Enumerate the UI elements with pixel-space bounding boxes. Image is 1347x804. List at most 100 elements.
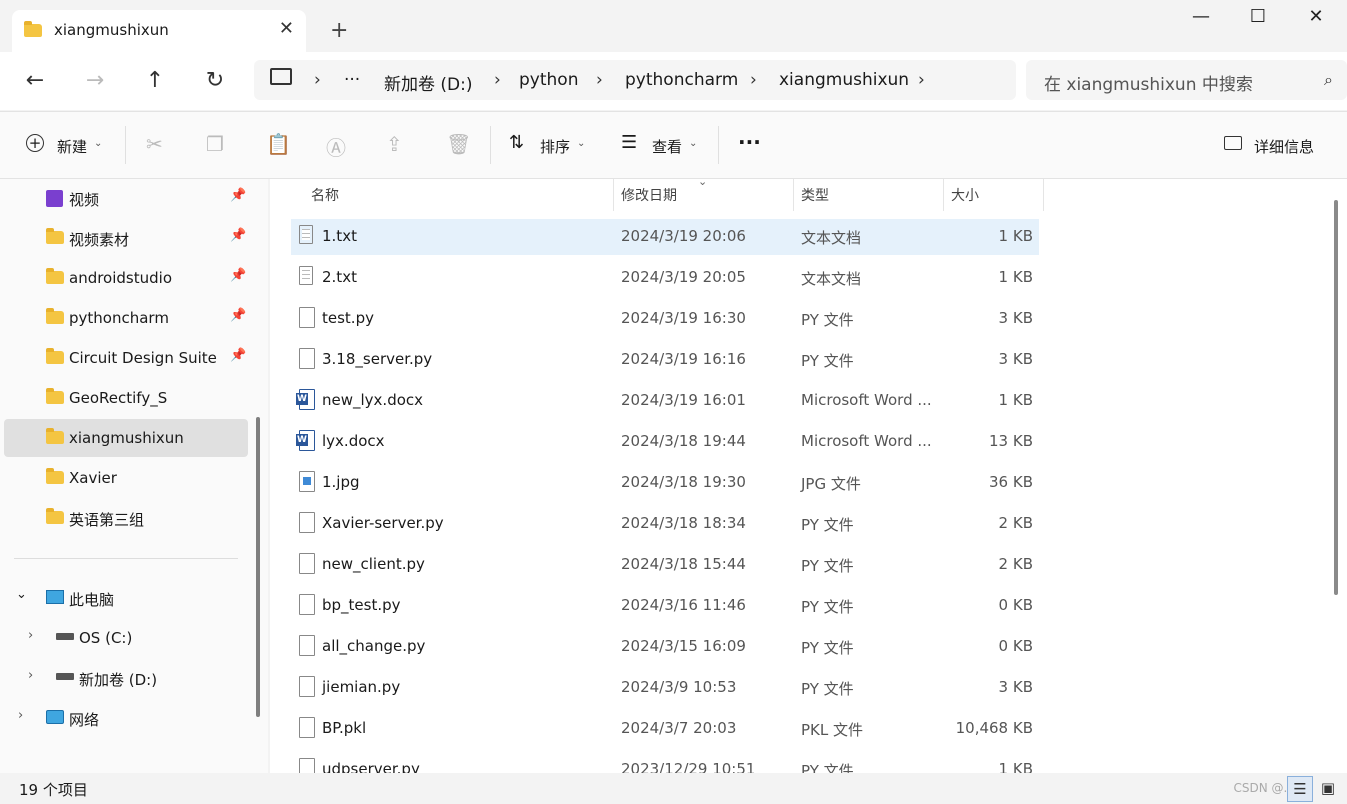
computer-icon bbox=[46, 590, 64, 604]
details-view-icon[interactable]: ☰ bbox=[1287, 776, 1313, 802]
file-icon bbox=[299, 512, 315, 533]
file-date: 2024/3/19 16:30 bbox=[621, 309, 746, 327]
sidebar-item-pythoncharm[interactable]: pythoncharm 📌 bbox=[4, 299, 248, 337]
file-row[interactable]: jiemian.py 2024/3/9 10:53 PY 文件 3 KB bbox=[291, 670, 1039, 706]
new-button[interactable]: + 新建 ⌄ bbox=[26, 132, 136, 160]
delete-icon[interactable]: 🗑 bbox=[446, 132, 471, 156]
search-box[interactable]: 在 xiangmushixun 中搜索 ⌕ bbox=[1026, 60, 1347, 100]
view-button[interactable]: ☰ 查看 ⌄ bbox=[621, 132, 711, 160]
file-size: 0 KB bbox=[998, 637, 1033, 655]
share-icon[interactable]: ⇪ bbox=[386, 132, 403, 156]
sidebar-item-label: 视频 bbox=[69, 191, 100, 209]
sidebar-item-label: Circuit Design Suite 14 bbox=[69, 349, 217, 367]
sidebar-item-circuit-design-suite[interactable]: Circuit Design Suite 14 📌 bbox=[4, 339, 248, 377]
file-row[interactable]: bp_test.py 2024/3/16 11:46 PY 文件 0 KB bbox=[291, 588, 1039, 624]
forward-button[interactable]: → bbox=[75, 64, 115, 98]
file-list-scrollbar[interactable] bbox=[1334, 200, 1338, 595]
refresh-button[interactable]: ↻ bbox=[195, 64, 235, 98]
sidebar-item-videos[interactable]: 视频 📌 bbox=[4, 179, 248, 217]
copy-icon[interactable]: ❐ bbox=[206, 132, 224, 156]
up-button[interactable]: ↑ bbox=[135, 64, 175, 98]
breadcrumb-more[interactable]: ··· bbox=[344, 70, 360, 90]
file-row[interactable]: 3.18_server.py 2024/3/19 16:16 PY 文件 3 KB bbox=[291, 342, 1039, 378]
file-row[interactable]: new_lyx.docx 2024/3/19 16:01 Microsoft Wor… bbox=[291, 383, 1039, 419]
drive-icon bbox=[56, 633, 74, 640]
file-date: 2024/3/15 16:09 bbox=[621, 637, 746, 655]
file-row[interactable]: 2.txt 2024/3/19 20:05 文本文档 1 KB bbox=[291, 260, 1039, 296]
file-row[interactable]: test.py 2024/3/19 16:30 PY 文件 3 KB bbox=[291, 301, 1039, 337]
file-row[interactable]: 1.txt 2024/3/19 20:06 文本文档 1 KB bbox=[291, 219, 1039, 255]
file-size: 13 KB bbox=[989, 432, 1033, 450]
column-header-name[interactable]: 名称 bbox=[311, 185, 339, 205]
file-name: BP.pkl bbox=[322, 719, 367, 737]
breadcrumb-pythoncharm[interactable]: pythoncharm bbox=[625, 70, 738, 90]
file-name: jiemian.py bbox=[322, 678, 401, 696]
file-date: 2024/3/18 19:44 bbox=[621, 432, 746, 450]
rename-icon[interactable]: Ⓐ bbox=[326, 132, 346, 161]
sidebar-item-label: 视频素材 bbox=[69, 231, 130, 249]
close-window-button[interactable]: ✕ bbox=[1287, 6, 1345, 34]
file-row[interactable]: Xavier-server.py 2024/3/18 18:34 PY 文件 2 KB bbox=[291, 506, 1039, 542]
close-tab-icon[interactable]: ✕ bbox=[279, 18, 294, 39]
search-icon: ⌕ bbox=[1324, 70, 1333, 89]
sidebar-item-drive-d[interactable]: › 新加卷 (D:) bbox=[4, 659, 248, 697]
folder-icon bbox=[46, 508, 64, 524]
sidebar-item-network[interactable]: › 网络 bbox=[4, 699, 248, 737]
image-file-icon bbox=[299, 471, 315, 492]
chevron-down-icon: ⌄ bbox=[577, 138, 586, 149]
column-divider bbox=[613, 179, 614, 211]
more-options-button[interactable]: ··· bbox=[738, 130, 761, 154]
chevron-down-icon: ⌄ bbox=[689, 138, 698, 149]
file-row[interactable]: BP.pkl 2024/3/7 20:03 PKL 文件 10,468 KB bbox=[291, 711, 1039, 747]
file-size: 10,468 KB bbox=[955, 719, 1033, 737]
column-divider bbox=[793, 179, 794, 211]
breadcrumb-xiangmushixun[interactable]: xiangmushixun bbox=[779, 70, 909, 90]
file-date: 2024/3/18 18:34 bbox=[621, 514, 746, 532]
column-header-type[interactable]: 类型 bbox=[801, 185, 829, 205]
sort-button[interactable]: ⇅ 排序 ⌄ bbox=[509, 132, 599, 160]
back-button[interactable]: ← bbox=[15, 64, 55, 98]
sidebar-item-label: GeoRectify_S bbox=[69, 389, 168, 407]
sidebar-item-androidstudio[interactable]: androidstudio 📌 bbox=[4, 259, 248, 297]
sidebar-item-xavier[interactable]: Xavier bbox=[4, 459, 248, 497]
chevron-down-icon: ⌄ bbox=[16, 587, 27, 602]
details-pane-button[interactable]: 详细信息 bbox=[1224, 132, 1334, 160]
status-bar: 19 个项目 CSDN @... ☰ ▣ bbox=[0, 773, 1347, 804]
cut-icon[interactable]: ✂ bbox=[146, 132, 163, 156]
file-size: 1 KB bbox=[998, 268, 1033, 286]
file-row[interactable]: all_change.py 2024/3/15 16:09 PY 文件 0 KB bbox=[291, 629, 1039, 665]
address-bar[interactable]: › ··· 新加卷 (D:) › python › pythoncharm › … bbox=[254, 60, 1016, 100]
minimize-button[interactable]: — bbox=[1172, 6, 1230, 34]
video-folder-icon bbox=[46, 190, 63, 207]
maximize-button[interactable]: ☐ bbox=[1229, 6, 1287, 34]
tab-xiangmushixun[interactable]: xiangmushixun ✕ bbox=[12, 10, 306, 52]
sidebar-item-drive-c[interactable]: › OS (C:) bbox=[4, 619, 248, 657]
navigation-bar: ← → ↑ ↻ › ··· 新加卷 (D:) › python › python… bbox=[0, 52, 1347, 110]
sidebar-item-label: 网络 bbox=[69, 711, 100, 729]
plus-icon: + bbox=[26, 134, 44, 152]
breadcrumb-drive-d[interactable]: 新加卷 (D:) bbox=[384, 70, 473, 95]
breadcrumb-python[interactable]: python bbox=[519, 70, 578, 90]
thumbnail-view-icon[interactable]: ▣ bbox=[1316, 776, 1340, 800]
file-row[interactable]: 1.jpg 2024/3/18 19:30 JPG 文件 36 KB bbox=[291, 465, 1039, 501]
folder-icon bbox=[46, 348, 64, 364]
column-header-date[interactable]: 修改日期 bbox=[621, 185, 677, 205]
text-file-icon bbox=[299, 225, 313, 244]
sidebar-item-label: 此电脑 bbox=[69, 591, 115, 609]
file-row[interactable]: lyx.docx 2024/3/18 19:44 Microsoft Word ..… bbox=[291, 424, 1039, 460]
sidebar-item-xiangmushixun[interactable]: xiangmushixun bbox=[4, 419, 248, 457]
pin-icon: 📌 bbox=[230, 268, 247, 283]
this-pc-icon bbox=[270, 68, 292, 85]
sidebar-scrollbar[interactable] bbox=[256, 417, 260, 717]
new-tab-button[interactable]: + bbox=[330, 18, 348, 43]
sidebar-item-english-group-3[interactable]: 英语第三组 bbox=[4, 499, 248, 537]
column-header-size[interactable]: 大小 bbox=[951, 185, 979, 205]
file-type: Microsoft Word ... bbox=[801, 391, 932, 409]
paste-icon[interactable]: 📋 bbox=[266, 132, 291, 156]
sidebar-item-this-pc[interactable]: ⌄ 此电脑 bbox=[4, 579, 248, 617]
file-type: PY 文件 bbox=[801, 639, 854, 657]
sidebar-item-georectify[interactable]: GeoRectify_S bbox=[4, 379, 248, 417]
sidebar-item-video-materials[interactable]: 视频素材 📌 bbox=[4, 219, 248, 257]
file-row[interactable]: new_client.py 2024/3/18 15:44 PY 文件 2 KB bbox=[291, 547, 1039, 583]
file-name: lyx.docx bbox=[322, 432, 385, 450]
